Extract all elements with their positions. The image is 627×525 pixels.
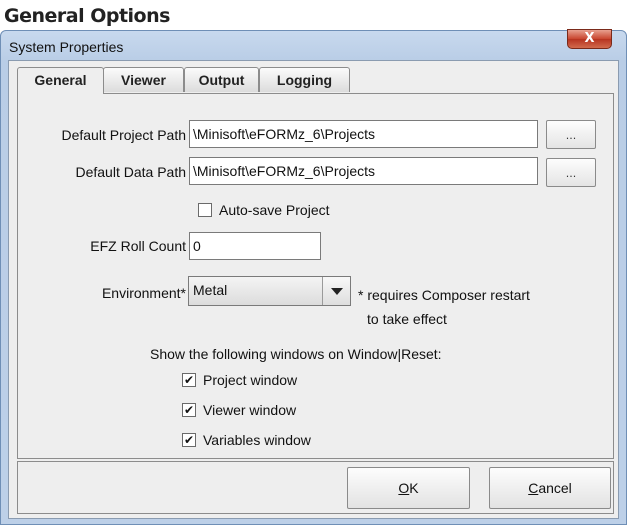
tab-viewer[interactable]: Viewer — [103, 67, 184, 92]
tab-general[interactable]: General — [17, 67, 104, 94]
restart-note-line1: * requires Composer restart — [358, 287, 530, 303]
autosave-checkbox[interactable] — [198, 203, 212, 217]
environment-dropdown-arrow[interactable] — [322, 277, 350, 305]
ok-mnemonic: O — [398, 480, 410, 496]
page-heading: General Options — [4, 5, 170, 27]
viewer-window-checkbox[interactable]: ✔ — [182, 403, 196, 417]
browse-project-path-button[interactable]: ... — [546, 120, 596, 149]
roll-count-label: EFZ Roll Count — [90, 238, 186, 254]
restart-note-line2: to take effect — [367, 311, 447, 327]
autosave-label: Auto-save Project — [219, 202, 330, 218]
cancel-button[interactable]: Cancel — [489, 467, 611, 509]
checkmark-icon: ✔ — [183, 403, 195, 417]
viewer-window-label: Viewer window — [203, 402, 297, 418]
data-path-label: Default Data Path — [75, 164, 186, 180]
tab-logging[interactable]: Logging — [259, 67, 350, 92]
show-windows-label: Show the following windows on Window|Res… — [150, 346, 442, 362]
data-path-field[interactable]: \Minisoft\eFORMz_6\Projects — [189, 157, 538, 185]
checkmark-icon: ✔ — [183, 433, 195, 447]
environment-value: Metal — [193, 282, 228, 298]
ok-button[interactable]: OK — [347, 467, 470, 509]
chevron-down-icon — [331, 288, 343, 295]
dialog-title: System Properties — [9, 39, 124, 55]
browse-data-path-button[interactable]: ... — [546, 158, 596, 187]
environment-label: Environment* — [101, 285, 186, 301]
project-window-label: Project window — [203, 372, 298, 388]
roll-count-field[interactable]: 0 — [189, 232, 321, 260]
checkmark-icon: ✔ — [183, 373, 195, 387]
variables-window-label: Variables window — [203, 432, 311, 448]
variables-window-checkbox[interactable]: ✔ — [182, 433, 196, 447]
close-icon: X — [584, 31, 595, 46]
project-path-field[interactable]: \Minisoft\eFORMz_6\Projects — [189, 120, 538, 148]
project-path-label: Default Project Path — [61, 127, 186, 143]
project-window-checkbox[interactable]: ✔ — [182, 373, 196, 387]
close-button[interactable]: X — [567, 29, 612, 49]
cancel-mnemonic: C — [528, 480, 539, 496]
tab-output[interactable]: Output — [184, 67, 259, 92]
ok-label-rest: K — [409, 480, 419, 496]
cancel-label-rest: ancel — [538, 480, 572, 496]
